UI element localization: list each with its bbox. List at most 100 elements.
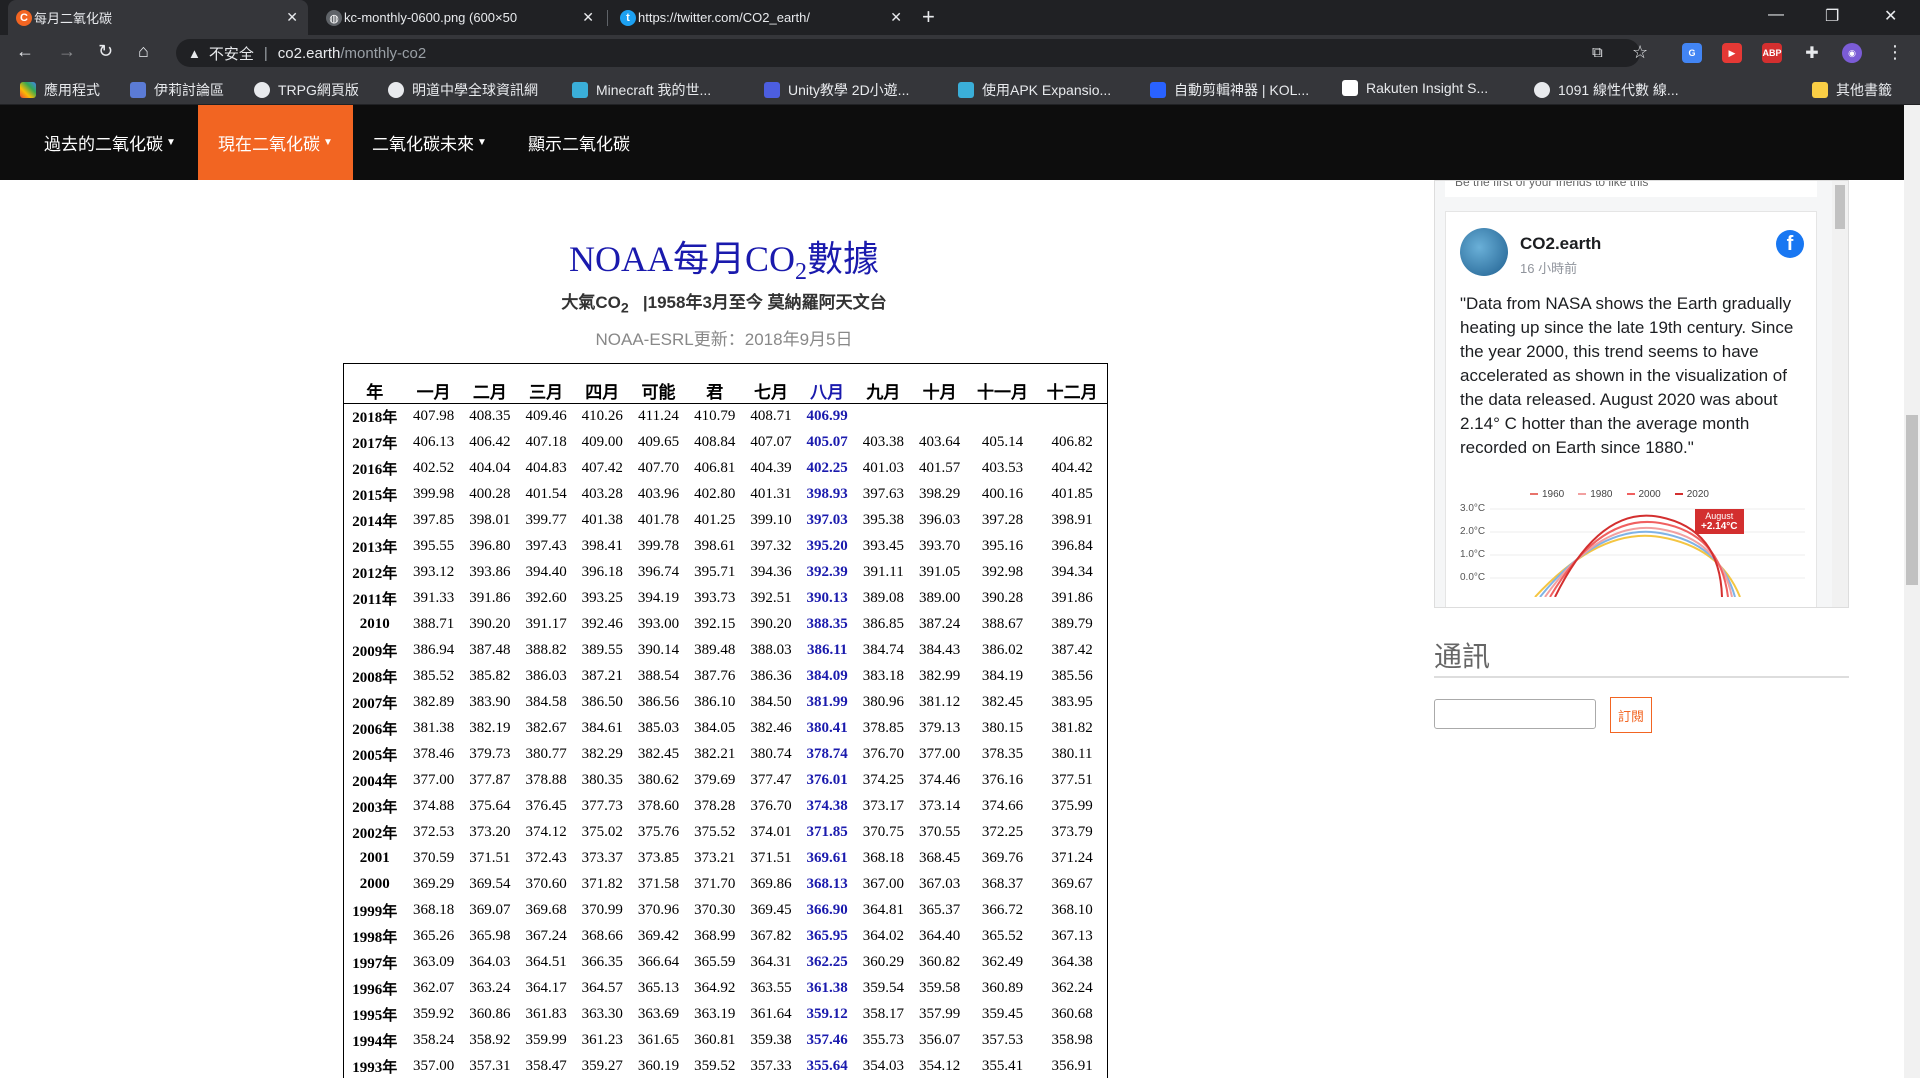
bookmark-item[interactable]: 1091 線性代數 線... bbox=[1534, 80, 1679, 100]
value-cell: 389.48 bbox=[694, 642, 736, 658]
value-cell: 372.25 bbox=[981, 824, 1024, 840]
extensions-icon[interactable]: ✚ bbox=[1802, 43, 1822, 63]
bookmark-item[interactable]: 伊莉討論區 bbox=[130, 80, 224, 100]
fb-post-time[interactable]: 16 小時前 bbox=[1520, 258, 1577, 277]
bookmark-item[interactable]: TRPG網頁版 bbox=[254, 80, 359, 100]
bookmark-item[interactable]: 使用APK Expansio... bbox=[958, 80, 1111, 100]
value-cell: 396.74 bbox=[637, 564, 680, 580]
column-header: 二月 bbox=[461, 363, 518, 404]
close-window-icon[interactable]: ✕ bbox=[1884, 6, 1897, 26]
address-bar[interactable]: ▲ 不安全 | co2.earth/monthly-co2 bbox=[176, 39, 1640, 67]
column-header: 四月 bbox=[574, 363, 631, 404]
value-cell: 394.36 bbox=[750, 564, 792, 580]
bookmark-star-icon[interactable]: ☆ bbox=[1632, 42, 1648, 63]
translate-icon[interactable]: ⧉ bbox=[1592, 44, 1603, 61]
tab-twitter[interactable]: t https://twitter.com/CO2_earth/ ✕ bbox=[612, 0, 912, 35]
table-row: 2006年 381.38 382.19 382.67 384.61 385.03 384.0… bbox=[344, 716, 1108, 742]
temperature-curves bbox=[1490, 508, 1805, 597]
value-cell: 375.76 bbox=[637, 824, 680, 840]
home-icon[interactable]: ⌂ bbox=[138, 41, 149, 62]
tab-image[interactable]: ◍ kc-monthly-0600.png (600×50 ✕ bbox=[318, 0, 604, 35]
page-scrollbar[interactable] bbox=[1904, 105, 1920, 1078]
scrollbar-thumb[interactable] bbox=[1906, 415, 1918, 585]
value-cell: 367.13 bbox=[1051, 928, 1093, 944]
fb-post-image[interactable]: 1960 1980 2000 2020 3.0°C 2.0°C 1.0°C 0.… bbox=[1460, 487, 1805, 597]
column-header: 三月 bbox=[517, 363, 575, 404]
value-cell: 398.41 bbox=[581, 538, 623, 554]
value-cell: 398.91 bbox=[1051, 512, 1093, 528]
value-cell: 381.99 bbox=[806, 694, 848, 710]
value-cell: 401.78 bbox=[637, 512, 680, 528]
other-bookmarks[interactable]: 其他書籤 bbox=[1812, 80, 1892, 100]
value-cell: 393.25 bbox=[581, 590, 623, 606]
close-tab-icon[interactable]: ✕ bbox=[286, 9, 298, 26]
nav-past-co2[interactable]: 過去的二氧化碳 ▼ bbox=[24, 105, 196, 180]
fb-page-name[interactable]: CO2.earth bbox=[1520, 234, 1601, 254]
value-cell: 396.03 bbox=[918, 512, 961, 528]
value-cell: 366.90 bbox=[806, 902, 848, 918]
table-row: 2002年 372.53 373.20 374.12 375.02 375.76 375.5… bbox=[344, 820, 1108, 846]
adblock-icon[interactable]: ABP bbox=[1762, 43, 1782, 63]
reload-icon[interactable]: ↻ bbox=[98, 41, 113, 62]
bookmark-item[interactable]: 明道中學全球資訊網 bbox=[388, 80, 538, 100]
value-cell: 398.93 bbox=[806, 486, 848, 502]
bookmark-item[interactable]: 自動剪輯神器 | KOL... bbox=[1150, 80, 1309, 100]
bookmark-item[interactable]: Minecraft 我的世... bbox=[572, 80, 711, 100]
maximize-icon[interactable]: ❐ bbox=[1825, 6, 1839, 26]
value-cell: 397.32 bbox=[750, 538, 792, 554]
newsletter-email-input[interactable] bbox=[1434, 699, 1596, 729]
profile-avatar[interactable]: ◉ bbox=[1842, 43, 1862, 63]
back-icon[interactable]: ← bbox=[16, 41, 34, 62]
subscribe-button[interactable]: 訂閱 bbox=[1610, 697, 1652, 733]
value-cell: 410.26 bbox=[581, 408, 623, 425]
value-cell: 407.07 bbox=[750, 434, 792, 450]
k-logo-icon bbox=[1150, 82, 1166, 98]
value-cell: 401.57 bbox=[918, 460, 961, 476]
value-cell: 367.82 bbox=[750, 928, 792, 944]
nav-show-co2[interactable]: 顯示二氧化碳 bbox=[508, 105, 650, 180]
value-cell: 362.25 bbox=[806, 954, 848, 970]
facebook-icon[interactable]: f bbox=[1776, 230, 1804, 258]
bookmark-item[interactable]: Unity教學 2D小遊... bbox=[764, 80, 909, 100]
bookmark-item[interactable]: Rakuten Insight S... bbox=[1342, 80, 1488, 96]
close-tab-icon[interactable]: ✕ bbox=[890, 9, 902, 26]
value-cell: 370.60 bbox=[525, 876, 567, 892]
value-cell: 399.98 bbox=[413, 486, 455, 502]
nav-future-co2[interactable]: 二氧化碳未來 ▼ bbox=[352, 105, 507, 180]
tab-monthly-co2[interactable]: C 每月二氧化碳 ✕ bbox=[8, 0, 308, 35]
menu-icon[interactable]: ⋮ bbox=[1886, 42, 1904, 63]
value-cell: 403.53 bbox=[981, 460, 1024, 476]
value-cell: 363.09 bbox=[413, 954, 455, 970]
value-cell: 386.10 bbox=[694, 694, 736, 710]
value-cell: 364.81 bbox=[862, 902, 905, 918]
new-tab-icon[interactable]: + bbox=[922, 4, 935, 30]
fb-scrollbar[interactable] bbox=[1832, 181, 1848, 607]
google-translate-ext-icon[interactable]: G bbox=[1682, 43, 1702, 63]
warning-icon: ▲ bbox=[188, 45, 201, 61]
value-cell: 388.03 bbox=[750, 642, 792, 658]
minimize-icon[interactable]: — bbox=[1768, 6, 1784, 24]
value-cell: 402.52 bbox=[413, 460, 455, 476]
close-tab-icon[interactable]: ✕ bbox=[582, 9, 594, 26]
value-cell: 355.41 bbox=[981, 1057, 1024, 1074]
nav-current-co2[interactable]: 現在二氧化碳 ▼ bbox=[198, 105, 353, 180]
value-cell: 393.73 bbox=[694, 590, 736, 606]
forward-icon[interactable]: → bbox=[58, 41, 76, 62]
table-row: 1995年 359.92 360.86 361.83 363.30 363.69 363.1… bbox=[344, 1002, 1108, 1028]
value-cell: 401.38 bbox=[581, 512, 623, 528]
value-cell: 365.95 bbox=[806, 928, 848, 944]
avatar[interactable] bbox=[1460, 228, 1508, 276]
globe-icon bbox=[254, 82, 270, 98]
value-cell: 397.43 bbox=[525, 538, 567, 554]
column-header: 一月 bbox=[405, 363, 462, 404]
value-cell: 360.29 bbox=[862, 954, 905, 970]
value-cell: 364.02 bbox=[862, 928, 905, 944]
value-cell: 391.33 bbox=[413, 590, 455, 606]
value-cell: 358.24 bbox=[413, 1032, 455, 1048]
video-ext-icon[interactable]: ▶ bbox=[1722, 43, 1742, 63]
r-logo-icon bbox=[1342, 80, 1358, 96]
value-cell: 390.13 bbox=[806, 590, 848, 606]
bookmark-apps[interactable]: 應用程式 bbox=[20, 80, 100, 100]
value-cell: 356.91 bbox=[1051, 1057, 1093, 1074]
apps-grid-icon bbox=[20, 82, 36, 98]
